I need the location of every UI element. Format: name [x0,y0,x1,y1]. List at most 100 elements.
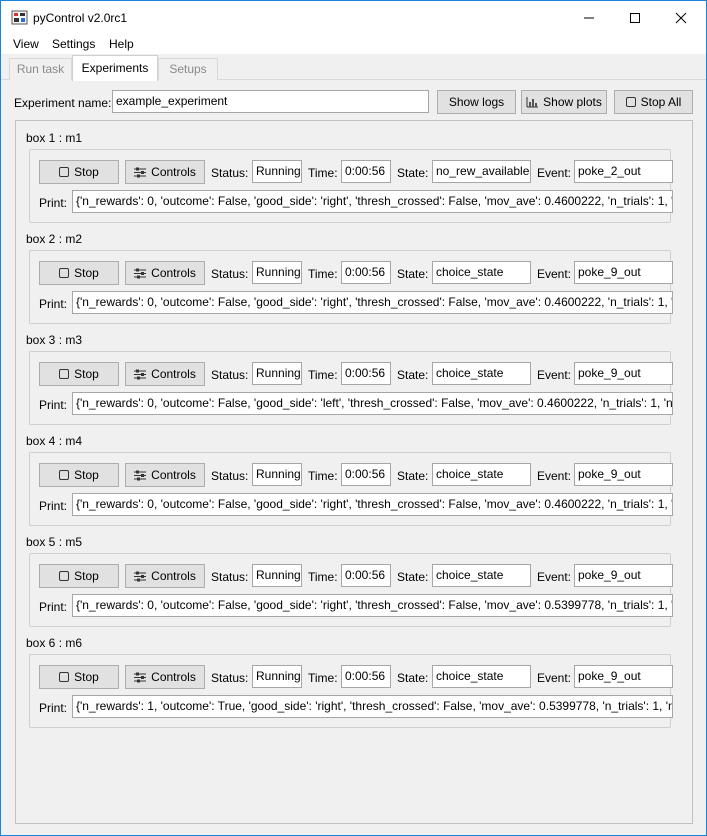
event-field: poke_2_out [574,160,673,183]
stop-button[interactable]: Stop [39,564,119,588]
status-field: Running [252,160,302,183]
menu-bar: View Settings Help [1,35,706,54]
time-field: 0:00:56 [341,261,391,284]
stop-square-icon [59,571,70,581]
box-title: box 3 : m3 [26,333,83,347]
controls-button[interactable]: Controls [125,463,205,487]
minimize-button[interactable] [566,1,612,35]
stop-button[interactable]: Stop [39,261,119,285]
box-title: box 4 : m4 [26,434,83,448]
tab-setups[interactable]: Setups [158,58,218,80]
time-field: 0:00:56 [341,362,391,385]
show-logs-label: Show logs [448,95,505,109]
stop-square-icon [59,470,70,480]
maximize-icon [630,13,640,23]
state-label: State: [397,267,429,281]
box-title: box 2 : m2 [26,232,83,246]
box-group-2: Stop Controls Status: Running Time: 0:00… [29,250,673,324]
tab-run-task[interactable]: Run task [9,58,72,80]
state-label: State: [397,166,429,180]
status-label: Status: [211,671,249,685]
event-label: Event: [537,368,572,382]
close-button[interactable] [658,1,704,35]
print-field[interactable]: {'n_rewards': 0, 'outcome': False, 'good… [72,291,673,314]
menu-settings[interactable]: Settings [52,37,95,51]
time-label: Time: [308,570,338,584]
title-bar[interactable]: pyControl v2.0rc1 [1,1,706,35]
status-field: Running [252,261,302,284]
status-label: Status: [211,570,249,584]
app-window: pyControl v2.0rc1 View Settings Help Run… [0,0,707,836]
experiment-name-label: Experiment name: [14,96,112,110]
time-field: 0:00:56 [341,160,391,183]
stop-square-icon [625,97,636,107]
menu-help[interactable]: Help [109,37,134,51]
time-label: Time: [308,166,338,180]
sliders-icon [134,470,147,480]
state-label: State: [397,469,429,483]
menu-view[interactable]: View [13,37,39,51]
maximize-button[interactable] [612,1,658,35]
state-field: choice_state [432,564,531,587]
minimize-icon [584,17,594,19]
event-label: Event: [537,671,572,685]
controls-button[interactable]: Controls [125,261,205,285]
box-group-5: Stop Controls Status: Running Time: 0:00… [29,553,673,627]
time-label: Time: [308,671,338,685]
box-title: box 1 : m1 [26,131,83,145]
stop-label: Stop [74,468,99,482]
print-field[interactable]: {'n_rewards': 0, 'outcome': False, 'good… [72,190,673,213]
controls-button[interactable]: Controls [125,564,205,588]
stop-square-icon [59,672,70,682]
tab-experiments[interactable]: Experiments [72,55,158,81]
sliders-icon [134,672,147,682]
controls-button[interactable]: Controls [125,362,205,386]
state-label: State: [397,368,429,382]
sliders-icon [134,571,147,581]
sliders-icon [134,167,147,177]
print-field[interactable]: {'n_rewards': 0, 'outcome': False, 'good… [72,594,673,617]
status-field: Running [252,665,302,688]
print-field[interactable]: {'n_rewards': 0, 'outcome': False, 'good… [72,493,673,516]
print-label: Print: [39,297,68,311]
status-field: Running [252,362,302,385]
time-label: Time: [308,267,338,281]
show-plots-button[interactable]: Show plots [521,90,607,114]
status-label: Status: [211,267,249,281]
stop-button[interactable]: Stop [39,160,119,184]
stop-all-button[interactable]: Stop All [614,90,693,114]
show-logs-button[interactable]: Show logs [437,90,516,114]
controls-label: Controls [151,569,196,583]
window-title: pyControl v2.0rc1 [33,11,128,25]
status-field: Running [252,564,302,587]
stop-label: Stop [74,670,99,684]
controls-button[interactable]: Controls [125,665,205,689]
stop-button[interactable]: Stop [39,665,119,689]
time-label: Time: [308,368,338,382]
stop-label: Stop [74,165,99,179]
print-label: Print: [39,499,68,513]
pycontrol-app-icon [11,10,28,25]
experiment-name-field[interactable]: example_experiment [112,90,429,113]
state-field: choice_state [432,261,531,284]
print-field[interactable]: {'n_rewards': 1, 'outcome': True, 'good_… [72,695,673,718]
event-field: poke_9_out [574,261,673,284]
print-field[interactable]: {'n_rewards': 0, 'outcome': False, 'good… [72,392,673,415]
box-title: box 5 : m5 [26,535,83,549]
stop-square-icon [59,167,70,177]
box-title: box 6 : m6 [26,636,83,650]
stop-button[interactable]: Stop [39,463,119,487]
time-field: 0:00:56 [341,564,391,587]
state-field: choice_state [432,362,531,385]
print-label: Print: [39,600,68,614]
box-group-3: Stop Controls Status: Running Time: 0:00… [29,351,673,425]
status-field: Running [252,463,302,486]
boxes-scroll-area[interactable]: box 1 : m1 Stop Controls Status: Running… [15,120,693,824]
close-icon [675,12,687,24]
stop-button[interactable]: Stop [39,362,119,386]
event-field: poke_9_out [574,362,673,385]
controls-button[interactable]: Controls [125,160,205,184]
controls-label: Controls [151,670,196,684]
stop-square-icon [59,268,70,278]
time-field: 0:00:56 [341,463,391,486]
